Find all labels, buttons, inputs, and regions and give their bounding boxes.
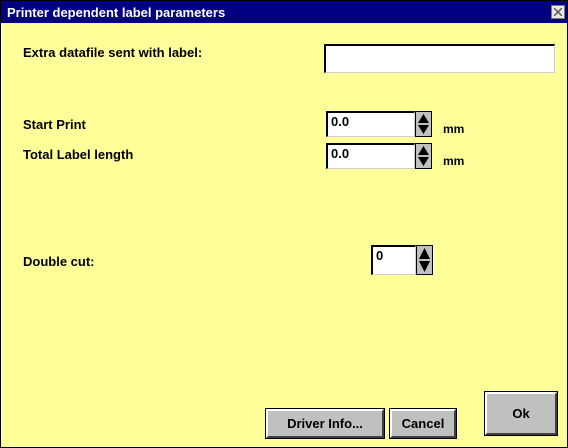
close-icon <box>554 8 562 16</box>
double-cut-label: Double cut: <box>23 254 95 269</box>
total-label-length-label: Total Label length <box>23 147 134 162</box>
window-title: Printer dependent label parameters <box>7 5 226 20</box>
spin-up-down-icon <box>418 146 429 166</box>
ok-button[interactable]: Ok <box>484 391 558 436</box>
title-bar: Printer dependent label parameters <box>1 1 567 23</box>
extra-datafile-label: Extra datafile sent with label: <box>23 45 203 60</box>
double-cut-input[interactable]: 0 <box>371 245 416 275</box>
start-print-input[interactable]: 0.0 <box>326 111 415 137</box>
double-cut-spinner[interactable] <box>416 245 433 275</box>
driver-info-button[interactable]: Driver Info... <box>265 408 385 439</box>
start-print-spinner[interactable] <box>415 111 432 137</box>
total-label-length-spinner[interactable] <box>415 143 432 169</box>
spin-up-down-icon <box>418 114 429 134</box>
extra-datafile-input[interactable] <box>324 44 555 73</box>
start-print-label: Start Print <box>23 117 86 132</box>
total-label-length-input[interactable]: 0.0 <box>326 143 415 169</box>
cancel-button[interactable]: Cancel <box>389 408 457 439</box>
start-print-unit: mm <box>443 122 465 136</box>
printer-parameters-dialog: Printer dependent label parameters Extra… <box>0 0 568 448</box>
spin-up-down-icon <box>419 248 430 272</box>
close-button[interactable] <box>551 5 565 19</box>
total-label-length-unit: mm <box>443 154 465 168</box>
